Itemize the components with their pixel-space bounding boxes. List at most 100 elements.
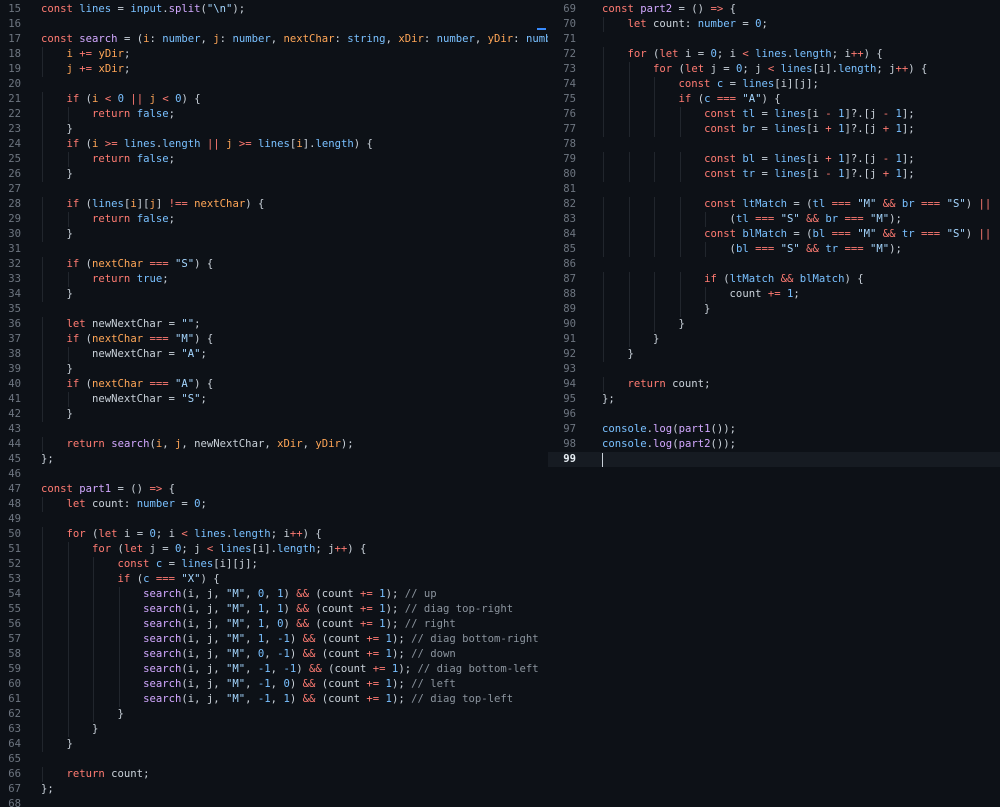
line-number[interactable]: 89 xyxy=(548,302,576,317)
code-line[interactable]: 15 const lines = input.split("\n"); xyxy=(0,2,548,17)
code-text[interactable]: i += yDir; xyxy=(41,47,131,62)
code-line[interactable]: 31 xyxy=(0,242,548,257)
code-line[interactable]: 43 xyxy=(0,422,548,437)
code-text[interactable]: const lines = input.split("\n"); xyxy=(41,2,245,17)
code-line[interactable]: 37 if (nextChar === "M") { xyxy=(0,332,548,347)
code-line[interactable]: 30 } xyxy=(0,227,548,242)
code-text[interactable]: } xyxy=(41,737,73,752)
code-text[interactable]: let newNextChar = ""; xyxy=(41,317,201,332)
code-line[interactable]: 97 console.log(part1()); xyxy=(548,422,1000,437)
line-number[interactable]: 98 xyxy=(548,437,576,452)
code-text[interactable]: if (nextChar === "M") { xyxy=(41,332,214,347)
line-number[interactable]: 51 xyxy=(0,542,21,557)
code-line[interactable]: 33 return true; xyxy=(0,272,548,287)
code-line[interactable]: 69 const part2 = () => { xyxy=(548,2,1000,17)
code-text[interactable]: return false; xyxy=(41,212,175,227)
code-line[interactable]: 55 search(i, j, "M", 1, 1) && (count += … xyxy=(0,602,548,617)
line-number[interactable]: 41 xyxy=(0,392,21,407)
code-line[interactable]: 42 } xyxy=(0,407,548,422)
code-line[interactable]: 16 xyxy=(0,17,548,32)
code-line[interactable]: 64 } xyxy=(0,737,548,752)
code-line[interactable]: 94 return count; xyxy=(548,377,1000,392)
editor-pane-left[interactable]: 15 const lines = input.split("\n"); 16 17 co… xyxy=(0,0,548,807)
line-number[interactable]: 83 xyxy=(548,212,576,227)
line-number[interactable]: 43 xyxy=(0,422,21,437)
code-text[interactable]: } xyxy=(41,707,124,722)
line-number[interactable]: 64 xyxy=(0,737,21,752)
code-line[interactable]: 79 const bl = lines[i + 1]?.[j - 1]; xyxy=(548,152,1000,167)
line-number[interactable]: 94 xyxy=(548,377,576,392)
code-text[interactable]: } xyxy=(41,407,73,422)
code-line[interactable]: 57 search(i, j, "M", 1, -1) && (count +=… xyxy=(0,632,548,647)
line-number[interactable]: 35 xyxy=(0,302,21,317)
code-text[interactable]: for (let i = 0; i < lines.length; i++) { xyxy=(602,47,883,62)
code-text[interactable]: const tr = lines[i - 1]?.[j + 1]; xyxy=(602,167,915,182)
code-text[interactable]: }; xyxy=(41,452,54,467)
line-number[interactable]: 65 xyxy=(0,752,21,767)
line-number[interactable]: 48 xyxy=(0,497,21,512)
code-line[interactable]: 18 i += yDir; xyxy=(0,47,548,62)
code-line[interactable]: 48 let count: number = 0; xyxy=(0,497,548,512)
line-number[interactable]: 40 xyxy=(0,377,21,392)
line-number[interactable]: 91 xyxy=(548,332,576,347)
line-number[interactable]: 38 xyxy=(0,347,21,362)
code-line[interactable]: 35 xyxy=(0,302,548,317)
code-line[interactable]: 24 if (i >= lines.length || j >= lines[i… xyxy=(0,137,548,152)
code-text[interactable]: const tl = lines[i - 1]?.[j - 1]; xyxy=(602,107,915,122)
line-number[interactable]: 56 xyxy=(0,617,21,632)
code-line[interactable]: 62 } xyxy=(0,707,548,722)
code-text[interactable]: if (nextChar === "A") { xyxy=(41,377,214,392)
code-text[interactable]: console.log(part2()); xyxy=(602,437,736,452)
line-number[interactable]: 47 xyxy=(0,482,21,497)
code-text[interactable]: }; xyxy=(602,392,615,407)
code-line[interactable]: 38 newNextChar = "A"; xyxy=(0,347,548,362)
code-line[interactable]: 49 xyxy=(0,512,548,527)
line-number[interactable]: 74 xyxy=(548,77,576,92)
code-text[interactable]: } xyxy=(602,317,685,332)
line-number[interactable]: 34 xyxy=(0,287,21,302)
code-line[interactable]: 72 for (let i = 0; i < lines.length; i++… xyxy=(548,47,1000,62)
code-text[interactable]: console.log(part1()); xyxy=(602,422,736,437)
code-line[interactable]: 46 xyxy=(0,467,548,482)
code-line[interactable]: 51 for (let j = 0; j < lines[i].length; … xyxy=(0,542,548,557)
code-line[interactable]: 52 const c = lines[i][j]; xyxy=(0,557,548,572)
line-number[interactable]: 16 xyxy=(0,17,21,32)
code-text[interactable]: if (nextChar === "S") { xyxy=(41,257,214,272)
code-text[interactable]: return false; xyxy=(41,152,175,167)
line-number[interactable]: 32 xyxy=(0,257,21,272)
code-line[interactable]: 73 for (let j = 0; j < lines[i].length; … xyxy=(548,62,1000,77)
line-number[interactable]: 58 xyxy=(0,647,21,662)
code-text[interactable]: search(i, j, "M", -1, -1) && (count += 1… xyxy=(41,662,539,677)
code-line[interactable]: 77 const br = lines[i + 1]?.[j + 1]; xyxy=(548,122,1000,137)
code-text[interactable]: if (ltMatch && blMatch) { xyxy=(602,272,864,287)
code-text[interactable]: return search(i, j, newNextChar, xDir, y… xyxy=(41,437,354,452)
line-number[interactable]: 82 xyxy=(548,197,576,212)
code-text[interactable]: search(i, j, "M", 0, -1) && (count += 1)… xyxy=(41,647,456,662)
line-number[interactable]: 88 xyxy=(548,287,576,302)
line-number[interactable]: 97 xyxy=(548,422,576,437)
code-line[interactable]: 40 if (nextChar === "A") { xyxy=(0,377,548,392)
line-number[interactable]: 50 xyxy=(0,527,21,542)
code-text[interactable]: count += 1; xyxy=(602,287,800,302)
line-number[interactable]: 45 xyxy=(0,452,21,467)
line-number[interactable]: 96 xyxy=(548,407,576,422)
code-line[interactable]: 23 } xyxy=(0,122,548,137)
line-number[interactable]: 87 xyxy=(548,272,576,287)
editor-pane-right[interactable]: 69 const part2 = () => {70 let count: num… xyxy=(548,0,1000,807)
code-text[interactable]: } xyxy=(41,722,98,737)
code-line[interactable]: 76 const tl = lines[i - 1]?.[j - 1]; xyxy=(548,107,1000,122)
code-text[interactable]: const part1 = () => { xyxy=(41,482,175,497)
code-line[interactable]: 83 (tl === "S" && br === "M"); xyxy=(548,212,1000,227)
code-line[interactable]: 84 const blMatch = (bl === "M" && tr ===… xyxy=(548,227,1000,242)
code-line[interactable]: 39 } xyxy=(0,362,548,377)
code-text[interactable]: const bl = lines[i + 1]?.[j - 1]; xyxy=(602,152,915,167)
code-line[interactable]: 86 xyxy=(548,257,1000,272)
code-text[interactable]: }; xyxy=(41,782,54,797)
line-number[interactable]: 24 xyxy=(0,137,21,152)
code-text[interactable]: return true; xyxy=(41,272,169,287)
line-number[interactable]: 52 xyxy=(0,557,21,572)
line-number[interactable]: 61 xyxy=(0,692,21,707)
line-number[interactable]: 36 xyxy=(0,317,21,332)
line-number[interactable]: 30 xyxy=(0,227,21,242)
code-text[interactable]: const ltMatch = (tl === "M" && br === "S… xyxy=(602,197,991,212)
